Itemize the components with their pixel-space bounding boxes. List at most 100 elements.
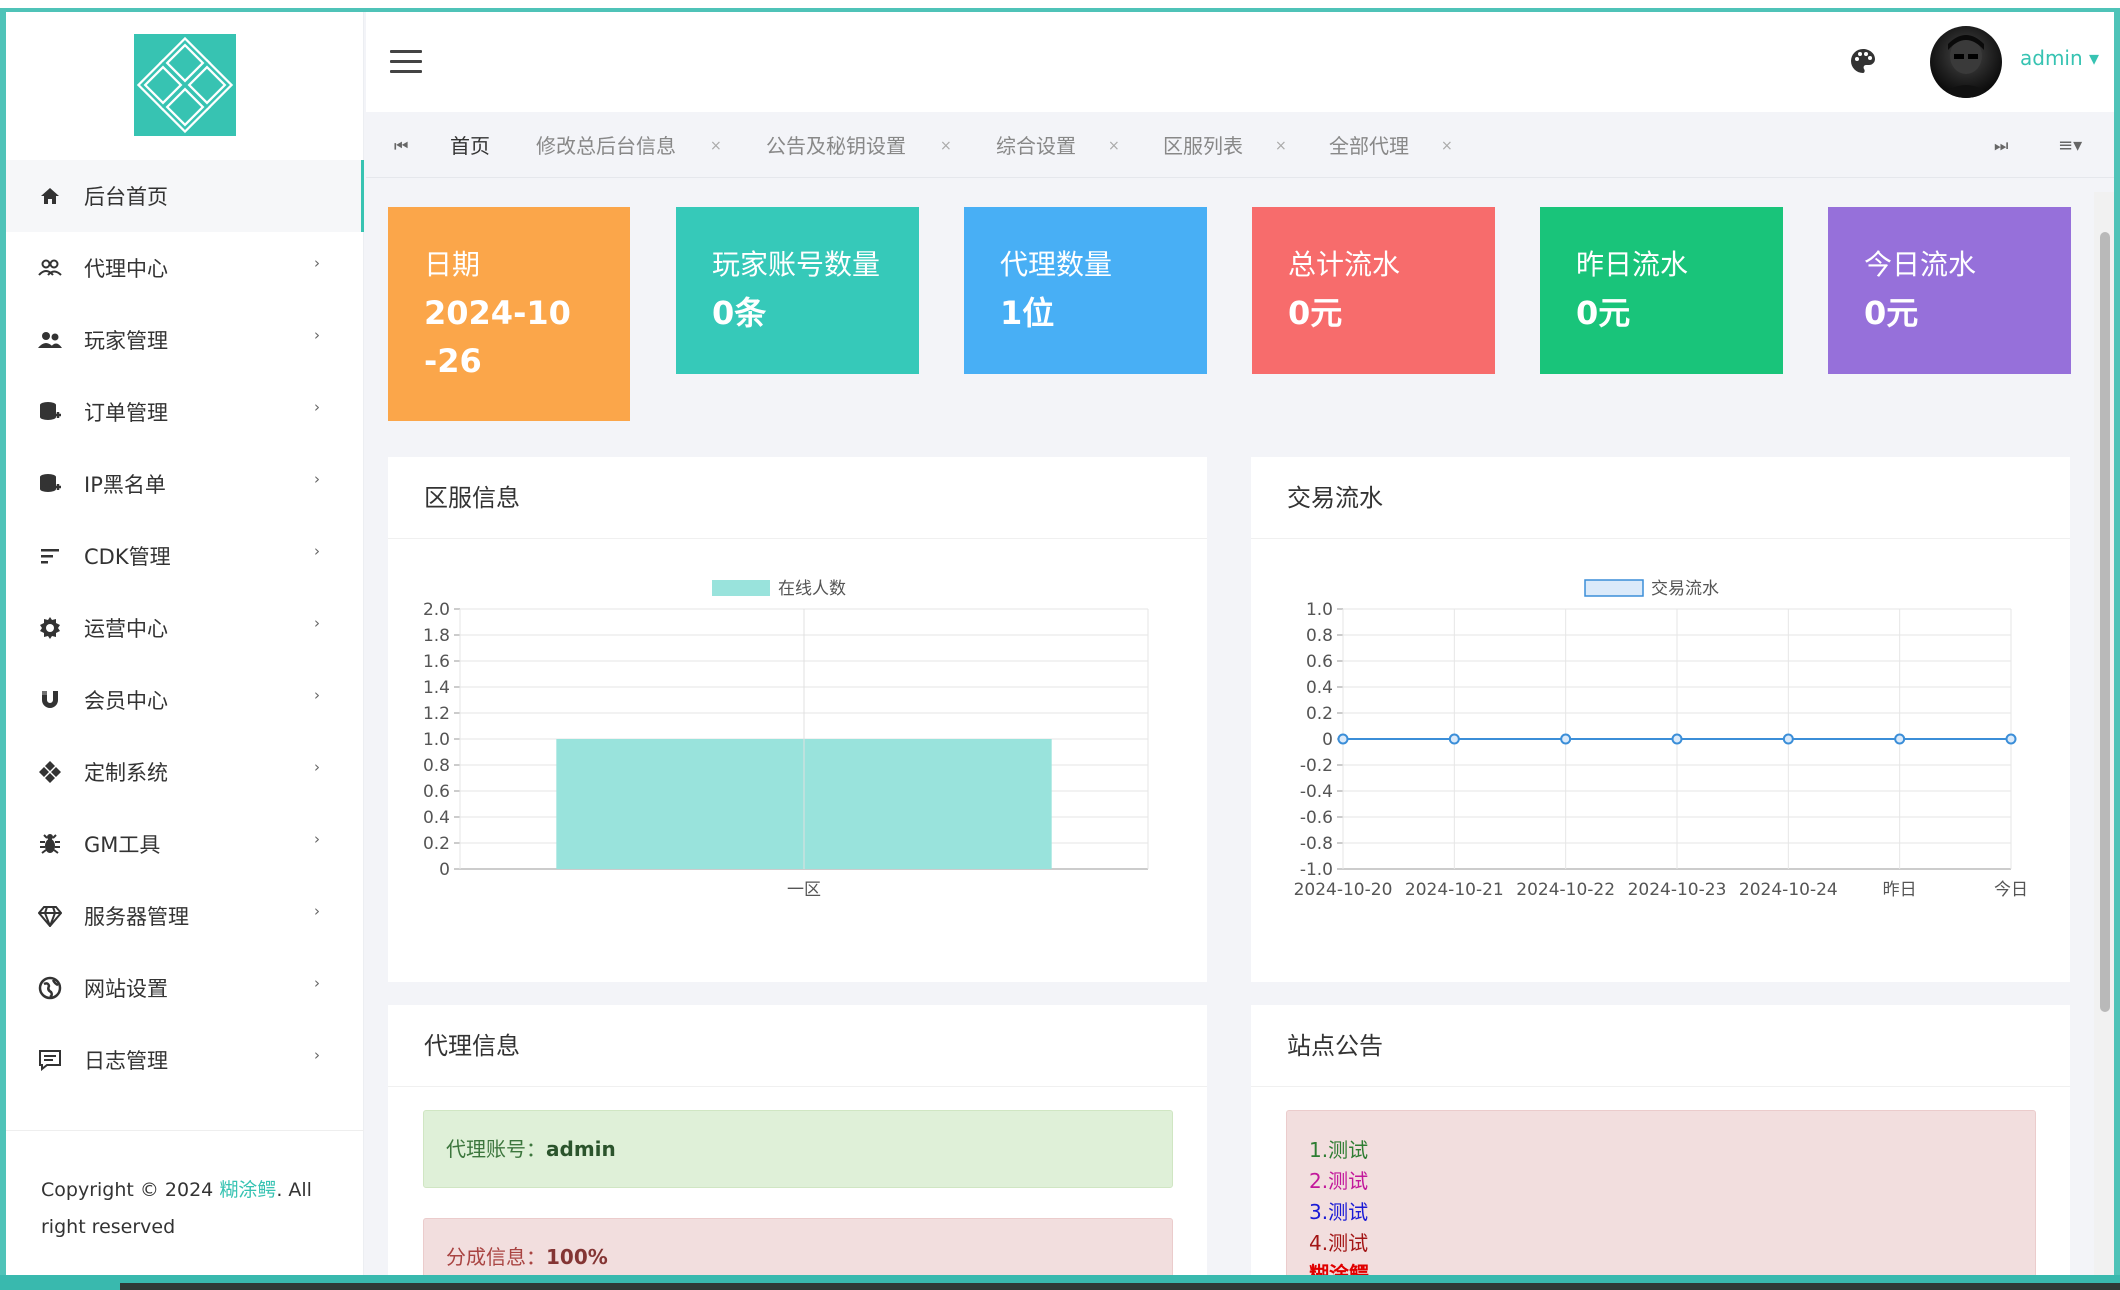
- sidebar-item-gm-tools[interactable]: GM工具 ›: [6, 808, 364, 880]
- chevron-right-icon: ›: [314, 542, 320, 560]
- sidebar-item-site-settings[interactable]: 网站设置 ›: [6, 952, 364, 1024]
- y-tick-label: -0.2: [1300, 756, 1333, 776]
- agent-account-value: admin: [546, 1137, 616, 1161]
- x-tick-label: 今日: [1994, 880, 2028, 900]
- sidebar-item-label: 后台首页: [84, 185, 168, 209]
- database-plus-icon: [36, 470, 64, 498]
- tab-notice-key-settings[interactable]: 公告及秘钥设置: [766, 114, 906, 178]
- sidebar-item-label: 定制系统: [84, 761, 168, 785]
- legend-swatch: [712, 580, 770, 596]
- logo[interactable]: [134, 34, 236, 136]
- y-tick-label: 1.6: [423, 652, 450, 672]
- notice-item: 3.测试: [1309, 1200, 1369, 1224]
- tab-server-list[interactable]: 区服列表: [1163, 114, 1243, 178]
- window-top-edge: [0, 0, 2120, 8]
- user-menu[interactable]: admin ▾: [2020, 46, 2099, 70]
- tab-close-icon[interactable]: ×: [1275, 114, 1287, 178]
- y-tick-label: 2.0: [423, 600, 450, 620]
- y-tick-label: 0.8: [423, 756, 450, 776]
- x-tick-label: 2024-10-22: [1516, 880, 1615, 900]
- stat-card-title: 玩家账号数量: [712, 248, 881, 281]
- stat-card-date: 日期 2024-10-26: [388, 207, 630, 421]
- x-tick-label: 2024-10-20: [1294, 880, 1393, 900]
- sidebar-item-label: 服务器管理: [84, 905, 189, 929]
- site-notice-panel: 站点公告 1.测试 2.测试 3.测试 4.测试 糊涂鳄: [1251, 1005, 2070, 1275]
- users-icon: [36, 254, 64, 282]
- sidebar-item-operations[interactable]: 运营中心 ›: [6, 592, 364, 664]
- trade-flow-panel: 交易流水 交易流水 -1.0 -0.8 -0.6 -0.4 -0.2 0 0.2 0.4 0.6 0…: [1251, 457, 2070, 982]
- y-tick-label: 1.2: [423, 704, 450, 724]
- tab-close-icon[interactable]: ×: [1108, 114, 1120, 178]
- panel-title: 代理信息: [388, 1005, 1207, 1087]
- sidebar-item-label: 日志管理: [84, 1049, 168, 1073]
- sidebar-item-label: 订单管理: [84, 401, 168, 425]
- gem-icon: [36, 902, 64, 930]
- sidebar-item-ip-blacklist[interactable]: IP黑名单 ›: [6, 448, 364, 520]
- sidebar-item-server-management[interactable]: 服务器管理 ›: [6, 880, 364, 952]
- tab-close-icon[interactable]: ×: [1441, 114, 1453, 178]
- sidebar-item-label: 代理中心: [84, 257, 168, 281]
- agent-account-label: 代理账号：: [446, 1137, 546, 1161]
- sidebar-item-logs[interactable]: 日志管理 ›: [6, 1024, 364, 1096]
- sidebar-item-members[interactable]: 会员中心 ›: [6, 664, 364, 736]
- diamonds-icon: [36, 758, 64, 786]
- panel-title: 区服信息: [388, 457, 1207, 539]
- sidebar-item-label: CDK管理: [84, 545, 171, 569]
- sidebar-item-label: GM工具: [84, 833, 161, 857]
- stat-card-value: 1位: [1000, 294, 1055, 332]
- tabs-menu-icon[interactable]: ≡▾: [2058, 114, 2082, 178]
- sidebar-item-custom-system[interactable]: 定制系统 ›: [6, 736, 364, 808]
- stat-card-total-flow: 总计流水 0元: [1252, 207, 1495, 374]
- brand-link[interactable]: 糊涂鳄: [219, 1179, 276, 1201]
- gear-icon: [36, 614, 64, 642]
- palette-icon[interactable]: [1848, 46, 1878, 76]
- stat-card-value: 2024-10-26: [424, 294, 571, 380]
- sidebar: 后台首页 代理中心 › 玩家管理 › 订单管理 › IP黑名单 › CDK管理 …: [6, 12, 364, 1275]
- chevron-right-icon: ›: [314, 902, 320, 920]
- y-tick-label: 0.4: [423, 808, 450, 828]
- stat-card-value: 0元: [1576, 294, 1631, 332]
- avatar[interactable]: [1930, 26, 2002, 98]
- taskbar-edge: [0, 1275, 2120, 1290]
- tab-close-icon[interactable]: ×: [940, 114, 952, 178]
- y-tick-label: -0.4: [1300, 782, 1333, 802]
- stat-card-players: 玩家账号数量 0条: [676, 207, 919, 374]
- stat-card-title: 代理数量: [1000, 248, 1113, 281]
- copyright-prefix: Copyright © 2024: [41, 1179, 220, 1201]
- sidebar-item-home[interactable]: 后台首页: [6, 160, 364, 232]
- sidebar-item-cdk[interactable]: CDK管理 ›: [6, 520, 364, 592]
- home-icon: [36, 182, 64, 210]
- sidebar-item-players[interactable]: 玩家管理 ›: [6, 304, 364, 376]
- menu-toggle-icon[interactable]: [390, 50, 422, 74]
- stat-card-title: 日期: [424, 248, 481, 281]
- legend-label: 在线人数: [778, 579, 846, 599]
- y-tick-label: 0: [1322, 730, 1333, 750]
- tab-general-settings[interactable]: 综合设置: [996, 114, 1076, 178]
- y-tick-label: 1.8: [423, 626, 450, 646]
- group-icon: [36, 326, 64, 354]
- panel-title: 交易流水: [1251, 457, 2070, 539]
- tab-all-agents[interactable]: 全部代理: [1329, 114, 1409, 178]
- x-tick-label: 昨日: [1883, 880, 1917, 900]
- page-scrollbar[interactable]: [2094, 192, 2114, 1275]
- sidebar-item-label: 运营中心: [84, 617, 168, 641]
- y-tick-label: 0.6: [1306, 652, 1333, 672]
- tabs-scroll-right-icon[interactable]: ⏭: [1994, 114, 2008, 178]
- y-tick-label: 0.2: [423, 834, 450, 854]
- stat-card-today-flow: 今日流水 0元: [1828, 207, 2071, 374]
- tabs-scroll-left-icon[interactable]: ⏮: [394, 114, 408, 178]
- tab-close-icon[interactable]: ×: [710, 114, 722, 178]
- copyright-text: Copyright © 2024 糊涂鳄. All right reserved: [41, 1172, 331, 1246]
- sidebar-divider: [6, 1130, 364, 1131]
- chevron-right-icon: ›: [314, 686, 320, 704]
- sidebar-item-orders[interactable]: 订单管理 ›: [6, 376, 364, 448]
- sidebar-item-agent-center[interactable]: 代理中心 ›: [6, 232, 364, 304]
- tab-edit-admin-info[interactable]: 修改总后台信息: [536, 114, 676, 178]
- sidebar-item-label: IP黑名单: [84, 473, 166, 497]
- notice-item: 1.测试: [1309, 1138, 1369, 1162]
- stat-card-title: 今日流水: [1864, 248, 1977, 281]
- tab-home[interactable]: 首页: [450, 114, 490, 178]
- data-point: [1894, 733, 1906, 745]
- scrollbar-thumb[interactable]: [2100, 232, 2110, 1012]
- online-players-chart: 在线人数 0 0.2 0.4 0.6 0.8 1.0 1.2 1.4 1.6 1.8 2.0 一区: [423, 579, 1149, 900]
